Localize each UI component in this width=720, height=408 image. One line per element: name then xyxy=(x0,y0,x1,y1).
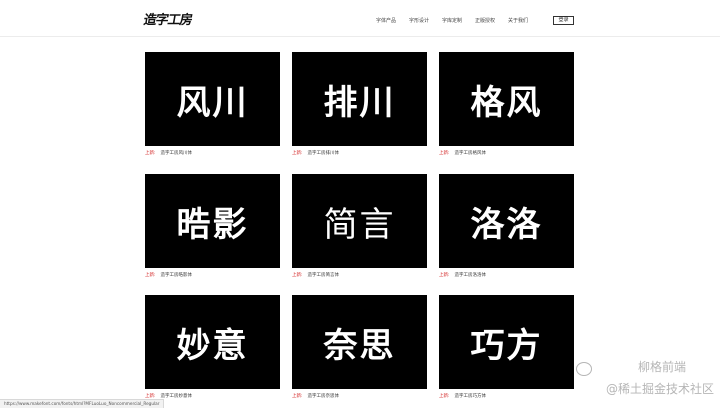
status-bar-url: https://www.makefont.com/fonts/html?MFLu… xyxy=(0,399,165,408)
new-tag: 上新: xyxy=(439,273,450,278)
nav-item-about[interactable]: 关于我们 xyxy=(508,17,541,24)
preview-glyphs: 妙意 xyxy=(176,325,249,366)
nav-item-custom[interactable]: 字库定制 xyxy=(442,17,475,24)
watermark-line2: @稀土掘金技术社区 xyxy=(605,382,714,396)
font-name: 造字工房妙意体 xyxy=(160,394,193,399)
watermark-line1: 柳格前端 xyxy=(637,360,686,374)
font-preview[interactable]: 格风 xyxy=(439,52,574,146)
new-tag: 上新: xyxy=(292,273,303,278)
font-caption[interactable]: 上新: 造字工房排川体 xyxy=(292,151,427,157)
preview-glyphs: 格风 xyxy=(470,82,543,123)
wechat-icon xyxy=(576,362,592,376)
site-logo[interactable]: 造字工房 xyxy=(142,9,193,28)
font-card[interactable]: 洛洛 上新: 造字工房洛洛体 xyxy=(439,174,574,279)
font-preview[interactable]: 洛洛 xyxy=(439,174,574,268)
font-preview[interactable]: 奈思 xyxy=(292,295,427,389)
new-tag: 上新: xyxy=(145,151,156,156)
new-tag: 上新: xyxy=(439,394,450,399)
preview-glyphs: 风川 xyxy=(176,82,249,123)
font-caption[interactable]: 上新: 造字工房妙意体 xyxy=(145,394,280,400)
nav-item-license[interactable]: 正版授权 xyxy=(475,17,508,24)
font-preview[interactable]: 妙意 xyxy=(145,295,280,389)
preview-glyphs: 排川 xyxy=(323,82,396,123)
font-caption[interactable]: 上新: 造字工房奈思体 xyxy=(292,394,427,400)
font-card[interactable]: 妙意 上新: 造字工房妙意体 xyxy=(145,295,280,400)
font-preview[interactable]: 风川 xyxy=(145,52,280,146)
font-card[interactable]: 晧影 上新: 造字工房晧影体 xyxy=(145,174,280,279)
preview-glyphs: 洛洛 xyxy=(470,204,543,245)
font-name: 造字工房简言体 xyxy=(307,273,340,278)
font-name: 造字工房排川体 xyxy=(307,151,340,156)
font-name: 造字工房奈思体 xyxy=(307,394,340,399)
font-card[interactable]: 排川 上新: 造字工房排川体 xyxy=(292,52,427,157)
nav-item-products[interactable]: 字体产品 xyxy=(376,17,409,24)
font-name: 造字工房巧方体 xyxy=(454,394,487,399)
preview-glyphs: 简言 xyxy=(323,204,396,245)
nav-item-design[interactable]: 字形设计 xyxy=(409,17,442,24)
new-tag: 上新: xyxy=(292,151,303,156)
font-caption[interactable]: 上新: 造字工房洛洛体 xyxy=(439,273,574,279)
font-caption[interactable]: 上新: 造字工房风川体 xyxy=(145,151,280,157)
new-tag: 上新: xyxy=(145,273,156,278)
font-card[interactable]: 简言 上新: 造字工房简言体 xyxy=(292,174,427,279)
main-nav: 字体产品 字形设计 字库定制 正版授权 关于我们 xyxy=(376,17,541,24)
login-button[interactable]: 登录 xyxy=(553,16,574,25)
new-tag: 上新: xyxy=(292,394,303,399)
font-name: 造字工房洛洛体 xyxy=(454,273,487,278)
font-name: 造字工房风川体 xyxy=(160,151,193,156)
font-card[interactable]: 风川 上新: 造字工房风川体 xyxy=(145,52,280,157)
font-caption[interactable]: 上新: 造字工房格风体 xyxy=(439,151,574,157)
font-caption[interactable]: 上新: 造字工房晧影体 xyxy=(145,273,280,279)
preview-glyphs: 奈思 xyxy=(323,325,396,366)
font-name: 造字工房格风体 xyxy=(454,151,487,156)
font-card[interactable]: 格风 上新: 造字工房格风体 xyxy=(439,52,574,157)
font-preview[interactable]: 简言 xyxy=(292,174,427,268)
preview-glyphs: 巧方 xyxy=(470,325,543,366)
font-name: 造字工房晧影体 xyxy=(160,273,193,278)
font-caption[interactable]: 上新: 造字工房简言体 xyxy=(292,273,427,279)
preview-glyphs: 晧影 xyxy=(176,204,249,245)
font-preview[interactable]: 排川 xyxy=(292,52,427,146)
new-tag: 上新: xyxy=(439,151,450,156)
font-preview[interactable]: 晧影 xyxy=(145,174,280,268)
watermark: 柳格前端 @稀土掘金技术社区 xyxy=(554,358,714,402)
site-header: 造字工房 字体产品 字形设计 字库定制 正版授权 关于我们 登录 xyxy=(0,0,720,37)
font-card[interactable]: 奈思 上新: 造字工房奈思体 xyxy=(292,295,427,400)
